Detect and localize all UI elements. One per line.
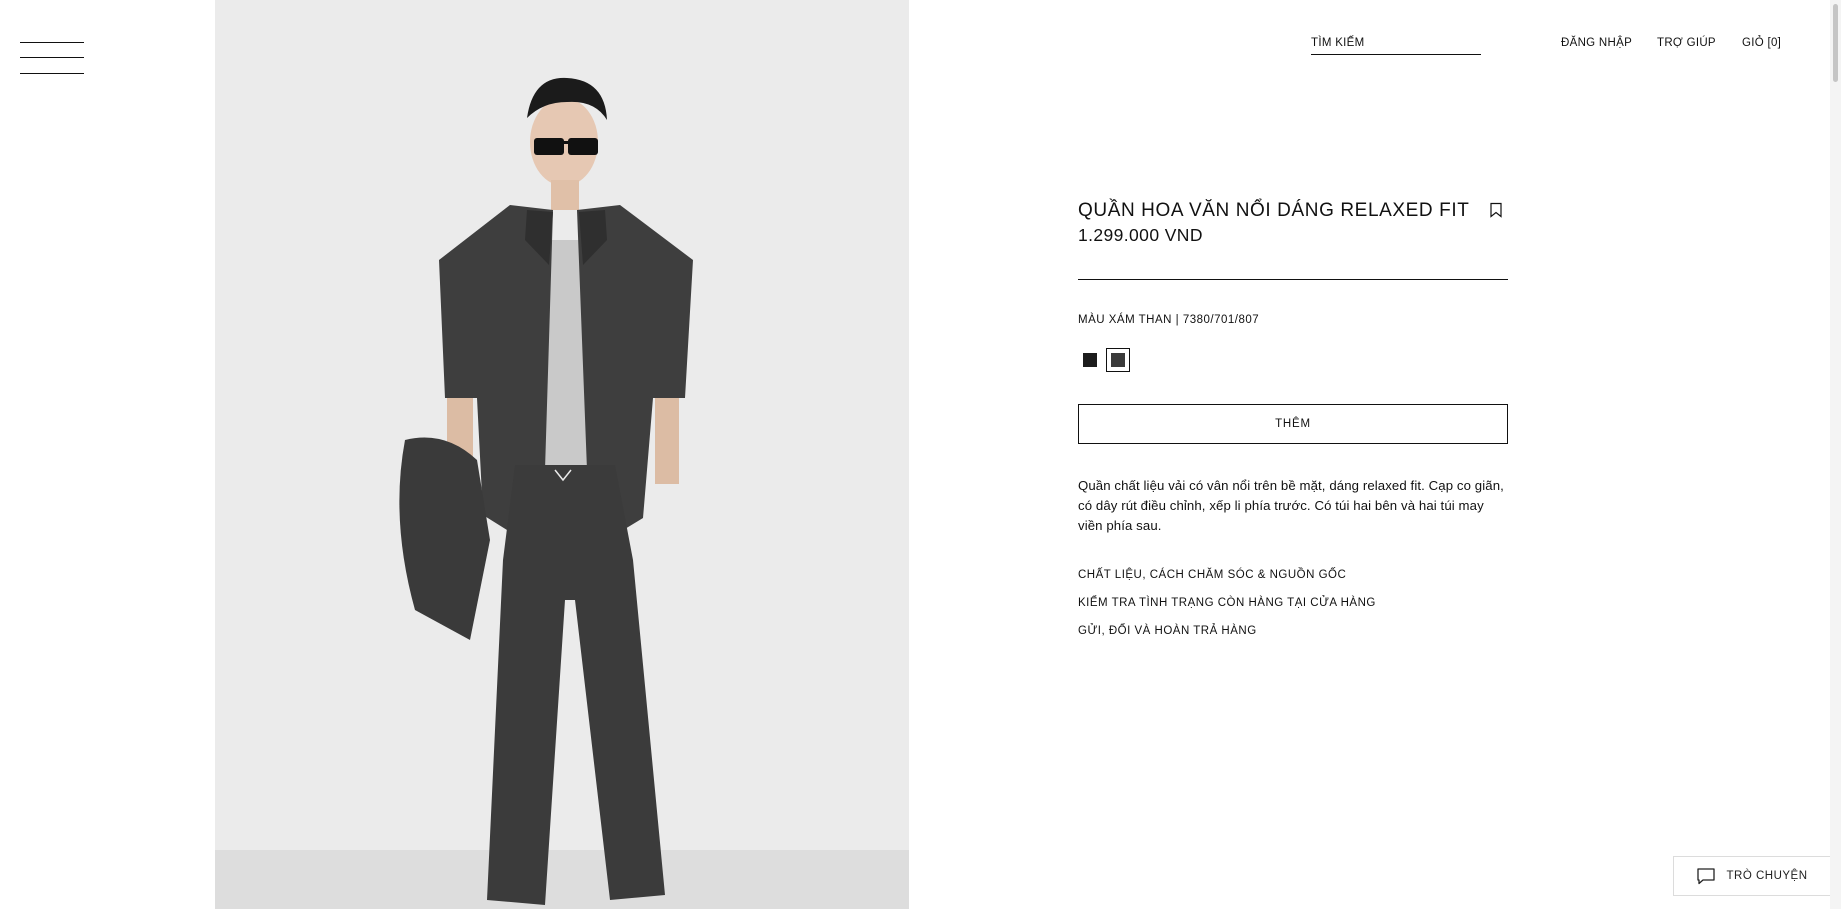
shipping-returns-link[interactable]: GỬI, ĐỔI VÀ HOÀN TRẢ HÀNG bbox=[1078, 625, 1257, 637]
bookmark-icon[interactable] bbox=[1489, 202, 1503, 218]
chat-label: TRÒ CHUYỆN bbox=[1726, 870, 1808, 882]
chat-bubble-icon bbox=[1697, 868, 1716, 885]
divider bbox=[1078, 279, 1508, 280]
product-title: QUẦN HOA VĂN NỔI DÁNG RELAXED FIT bbox=[1078, 200, 1470, 221]
product-description: Quần chất liệu vải có vân nổi trên bề mặ… bbox=[1078, 478, 1504, 533]
hamburger-menu-icon[interactable] bbox=[20, 42, 84, 76]
help-link[interactable]: TRỢ GIÚP bbox=[1657, 37, 1716, 49]
color-swatch-charcoal-selected[interactable] bbox=[1106, 348, 1130, 372]
materials-care-origin-link[interactable]: CHẤT LIỆU, CÁCH CHĂM SÓC & NGUỒN GỐC bbox=[1078, 569, 1346, 581]
menu-line bbox=[20, 42, 84, 43]
page-scrollbar[interactable] bbox=[1830, 0, 1841, 909]
login-link[interactable]: ĐĂNG NHẬP bbox=[1561, 37, 1632, 49]
chat-button[interactable]: TRÒ CHUYỆN bbox=[1673, 856, 1831, 896]
product-image[interactable] bbox=[215, 0, 909, 909]
color-swatch-black[interactable] bbox=[1083, 353, 1097, 367]
scrollbar-thumb[interactable] bbox=[1833, 4, 1838, 82]
add-to-cart-button[interactable]: THÊM bbox=[1078, 404, 1508, 444]
bookmark-icon-svg bbox=[1490, 202, 1502, 218]
search-input[interactable]: TÌM KIẾM bbox=[1311, 35, 1481, 55]
color-swatch-fill bbox=[1111, 353, 1125, 367]
store-availability-link[interactable]: KIỂM TRA TÌNH TRẠNG CÒN HÀNG TẠI CỬA HÀN… bbox=[1078, 597, 1376, 609]
menu-line bbox=[20, 57, 84, 58]
color-and-reference: MÀU XÁM THAN | 7380/701/807 bbox=[1078, 314, 1260, 326]
menu-line bbox=[20, 73, 84, 74]
model-photo-illustration bbox=[215, 0, 909, 909]
product-price: 1.299.000 VND bbox=[1078, 225, 1203, 245]
cart-link[interactable]: GIỎ [0] bbox=[1742, 37, 1781, 49]
